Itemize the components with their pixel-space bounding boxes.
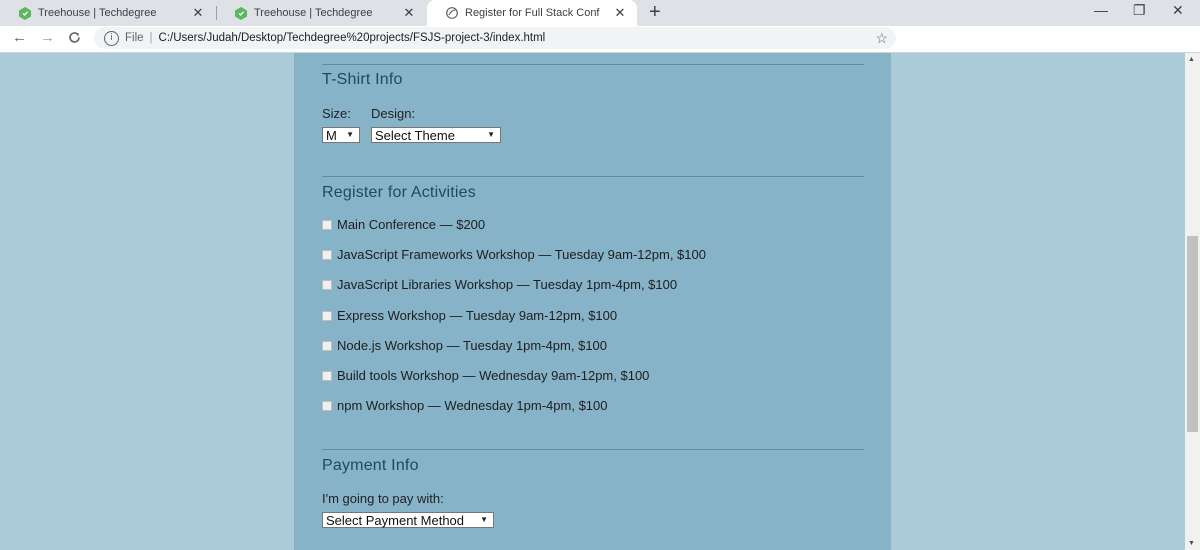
tab-register-active[interactable]: Register for Full Stack Conf ✕ <box>427 0 637 26</box>
dropdown-arrow-icon: ▼ <box>487 130 495 139</box>
scroll-up-arrow-icon[interactable]: ▲ <box>1188 56 1195 63</box>
treehouse-icon <box>18 6 32 20</box>
file-scheme-label: File <box>125 32 144 44</box>
section-divider <box>322 449 864 450</box>
activity-checkbox[interactable] <box>322 279 332 290</box>
activity-checkbox[interactable] <box>322 400 332 411</box>
tab-close-icon[interactable]: ✕ <box>402 5 416 21</box>
size-select[interactable]: M ▼ <box>322 127 360 143</box>
tshirt-legend: T-Shirt Info <box>322 71 403 88</box>
size-select-value: M <box>326 127 337 143</box>
tab-treehouse-2[interactable]: Treehouse | Techdegree ✕ <box>216 0 426 26</box>
activity-item[interactable]: Main Conference — $200 <box>322 217 485 232</box>
activity-checkbox[interactable] <box>322 310 332 321</box>
activity-checkbox[interactable] <box>322 249 332 260</box>
activity-label: npm Workshop — Wednesday 1pm-4pm, $100 <box>337 398 608 413</box>
treehouse-icon <box>234 6 248 20</box>
payment-legend: Payment Info <box>322 457 419 474</box>
activity-checkbox[interactable] <box>322 370 332 381</box>
activity-label: Node.js Workshop — Tuesday 1pm-4pm, $100 <box>337 338 608 353</box>
page-viewport: T-Shirt Info Size: Design: M ▼ Select Th… <box>0 53 1185 550</box>
address-bar[interactable]: i File | C:/Users/Judah/Desktop/Techdegr… <box>94 27 896 49</box>
back-arrow-icon[interactable]: ← <box>12 29 27 46</box>
activity-label: Main Conference — $200 <box>337 217 486 232</box>
activity-label: Express Workshop — Tuesday 9am-12pm, $10… <box>337 308 618 323</box>
activity-label: JavaScript Libraries Workshop — Tuesday … <box>337 277 678 292</box>
form-container: T-Shirt Info Size: Design: M ▼ Select Th… <box>294 53 891 550</box>
design-select[interactable]: Select Theme ▼ <box>371 127 501 143</box>
activity-item[interactable]: npm Workshop — Wednesday 1pm-4pm, $100 <box>322 398 608 413</box>
dropdown-arrow-icon: ▼ <box>480 515 488 524</box>
tab-close-icon[interactable]: ✕ <box>191 5 205 21</box>
minimize-button[interactable]: — <box>1094 2 1108 18</box>
browser-tab-strip: Treehouse | Techdegree ✕ Treehouse | Tec… <box>0 0 1200 26</box>
info-icon[interactable]: i <box>104 30 119 46</box>
section-divider <box>322 176 864 177</box>
globe-icon <box>445 6 459 20</box>
size-label: Size: <box>322 106 351 121</box>
activity-label: Build tools Workshop — Wednesday 9am-12p… <box>337 368 650 383</box>
tab-close-icon[interactable]: ✕ <box>613 5 627 21</box>
vertical-scrollbar[interactable]: ▲ ▼ <box>1185 53 1200 550</box>
design-label: Design: <box>371 106 416 121</box>
payment-label: I'm going to pay with: <box>322 491 444 506</box>
design-select-value: Select Theme <box>375 127 455 143</box>
tab-title: Treehouse | Techdegree <box>38 7 157 19</box>
window-close-button[interactable]: ✕ <box>1172 2 1184 19</box>
section-divider <box>322 64 864 65</box>
tab-treehouse-1[interactable]: Treehouse | Techdegree ✕ <box>0 0 215 26</box>
url-text[interactable]: C:/Users/Judah/Desktop/Techdegree%20proj… <box>159 32 546 44</box>
forward-arrow-icon[interactable]: → <box>40 29 55 46</box>
address-separator: | <box>149 32 153 44</box>
restore-button[interactable]: ❐ <box>1133 2 1146 19</box>
payment-select[interactable]: Select Payment Method ▼ <box>322 512 494 528</box>
activity-item[interactable]: JavaScript Frameworks Workshop — Tuesday… <box>322 247 706 262</box>
activity-item[interactable]: JavaScript Libraries Workshop — Tuesday … <box>322 277 677 292</box>
payment-select-value: Select Payment Method <box>326 512 465 528</box>
dropdown-arrow-icon: ▼ <box>346 130 354 139</box>
reload-icon[interactable] <box>68 29 81 48</box>
activity-item[interactable]: Build tools Workshop — Wednesday 9am-12p… <box>322 368 649 383</box>
new-tab-button[interactable]: + <box>649 2 661 22</box>
browser-toolbar: ← → i File | C:/Users/Judah/Desktop/Tech… <box>0 26 1200 53</box>
tab-title: Register for Full Stack Conf <box>465 7 600 19</box>
activity-item[interactable]: Node.js Workshop — Tuesday 1pm-4pm, $100 <box>322 338 607 353</box>
activity-item[interactable]: Express Workshop — Tuesday 9am-12pm, $10… <box>322 308 617 323</box>
tab-title: Treehouse | Techdegree <box>254 7 373 19</box>
scrollbar-thumb[interactable] <box>1187 236 1198 432</box>
scroll-down-arrow-icon[interactable]: ▼ <box>1188 540 1195 547</box>
activity-checkbox[interactable] <box>322 219 332 230</box>
activities-legend: Register for Activities <box>322 184 476 201</box>
activity-checkbox[interactable] <box>322 340 332 351</box>
bookmark-star-icon[interactable]: ☆ <box>875 30 888 47</box>
activity-label: JavaScript Frameworks Workshop — Tuesday… <box>337 247 706 262</box>
